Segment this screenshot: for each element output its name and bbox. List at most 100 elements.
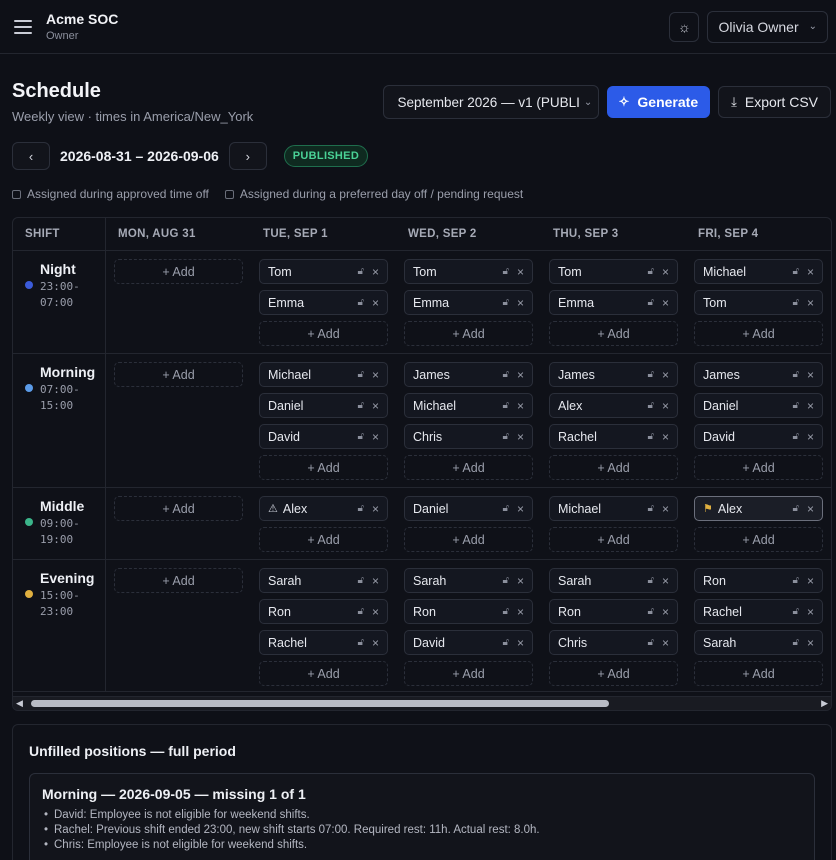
lock-icon[interactable]: 🔓︎ [793, 297, 799, 308]
remove-icon[interactable]: × [372, 296, 379, 310]
lock-icon[interactable]: 🔓︎ [793, 431, 799, 442]
assignment-chip[interactable]: Sarah 🔓︎ × [549, 568, 678, 593]
lock-icon[interactable]: 🔓︎ [358, 266, 364, 277]
lock-icon[interactable]: 🔓︎ [503, 503, 509, 514]
remove-icon[interactable]: × [372, 430, 379, 444]
horizontal-scrollbar[interactable]: ◀ ▶ [13, 696, 831, 710]
add-assignment-button[interactable]: + Add [549, 527, 678, 552]
add-assignment-button[interactable]: + Add [549, 661, 678, 686]
assignment-chip[interactable]: James 🔓︎ × [404, 362, 533, 387]
remove-icon[interactable]: × [662, 368, 669, 382]
assignment-chip[interactable]: Emma 🔓︎ × [549, 290, 678, 315]
remove-icon[interactable]: × [662, 574, 669, 588]
add-assignment-button[interactable]: + Add [114, 568, 243, 593]
user-menu-button[interactable]: Olivia Owner ⌄ [707, 10, 828, 43]
lock-icon[interactable]: 🔓︎ [648, 400, 654, 411]
remove-icon[interactable]: × [517, 502, 524, 516]
remove-icon[interactable]: × [517, 574, 524, 588]
add-assignment-button[interactable]: + Add [259, 527, 388, 552]
remove-icon[interactable]: × [372, 265, 379, 279]
export-csv-button[interactable]: ⤓ Export CSV [718, 86, 831, 118]
assignment-chip[interactable]: David 🔓︎ × [694, 424, 823, 449]
assignment-chip[interactable]: Daniel 🔓︎ × [694, 393, 823, 418]
remove-icon[interactable]: × [662, 430, 669, 444]
assignment-chip[interactable]: James 🔓︎ × [694, 362, 823, 387]
remove-icon[interactable]: × [662, 636, 669, 650]
remove-icon[interactable]: × [372, 636, 379, 650]
assignment-chip[interactable]: Michael 🔓︎ × [694, 259, 823, 284]
assignment-chip[interactable]: ⚑ Alex 🔓︎ × [694, 496, 823, 521]
add-assignment-button[interactable]: + Add [694, 661, 823, 686]
period-select[interactable]: September 2026 — v1 (PUBLI ⌄ [382, 85, 599, 119]
assignment-chip[interactable]: Sarah 🔓︎ × [694, 630, 823, 655]
remove-icon[interactable]: × [807, 399, 814, 413]
remove-icon[interactable]: × [807, 368, 814, 382]
lock-icon[interactable]: 🔓︎ [793, 606, 799, 617]
assignment-chip[interactable]: Alex 🔓︎ × [549, 393, 678, 418]
add-assignment-button[interactable]: + Add [404, 661, 533, 686]
lock-icon[interactable]: 🔓︎ [648, 503, 654, 514]
remove-icon[interactable]: × [807, 605, 814, 619]
assignment-chip[interactable]: David 🔓︎ × [259, 424, 388, 449]
scroll-right-icon[interactable]: ▶ [821, 698, 828, 709]
lock-icon[interactable]: 🔓︎ [503, 266, 509, 277]
lock-icon[interactable]: 🔓︎ [358, 637, 364, 648]
assignment-chip[interactable]: Daniel 🔓︎ × [404, 496, 533, 521]
lock-icon[interactable]: 🔓︎ [648, 575, 654, 586]
assignment-chip[interactable]: Michael 🔓︎ × [549, 496, 678, 521]
remove-icon[interactable]: × [807, 636, 814, 650]
lock-icon[interactable]: 🔓︎ [793, 266, 799, 277]
add-assignment-button[interactable]: + Add [404, 527, 533, 552]
scrollbar-thumb[interactable] [31, 700, 609, 707]
remove-icon[interactable]: × [372, 368, 379, 382]
remove-icon[interactable]: × [372, 502, 379, 516]
assignment-chip[interactable]: Emma 🔓︎ × [404, 290, 533, 315]
lock-icon[interactable]: 🔓︎ [648, 431, 654, 442]
remove-icon[interactable]: × [807, 296, 814, 310]
assignment-chip[interactable]: Ron 🔓︎ × [549, 599, 678, 624]
lock-icon[interactable]: 🔓︎ [793, 503, 799, 514]
lock-icon[interactable]: 🔓︎ [358, 575, 364, 586]
add-assignment-button[interactable]: + Add [694, 527, 823, 552]
lock-icon[interactable]: 🔓︎ [503, 297, 509, 308]
assignment-chip[interactable]: Tom 🔓︎ × [694, 290, 823, 315]
lock-icon[interactable]: 🔓︎ [648, 637, 654, 648]
assignment-chip[interactable]: Tom 🔓︎ × [404, 259, 533, 284]
assignment-chip[interactable]: James 🔓︎ × [549, 362, 678, 387]
remove-icon[interactable]: × [807, 502, 814, 516]
theme-toggle-button[interactable]: ☼ [669, 11, 700, 42]
next-week-button[interactable]: › [228, 142, 267, 170]
remove-icon[interactable]: × [517, 605, 524, 619]
assignment-chip[interactable]: Tom 🔓︎ × [549, 259, 678, 284]
remove-icon[interactable]: × [372, 605, 379, 619]
lock-icon[interactable]: 🔓︎ [358, 297, 364, 308]
add-assignment-button[interactable]: + Add [694, 455, 823, 480]
lock-icon[interactable]: 🔓︎ [358, 431, 364, 442]
lock-icon[interactable]: 🔓︎ [358, 369, 364, 380]
assignment-chip[interactable]: Rachel 🔓︎ × [549, 424, 678, 449]
generate-button[interactable]: ✧ Generate [606, 86, 711, 118]
assignment-chip[interactable]: Rachel 🔓︎ × [694, 599, 823, 624]
lock-icon[interactable]: 🔓︎ [358, 606, 364, 617]
assignment-chip[interactable]: Daniel 🔓︎ × [259, 393, 388, 418]
add-assignment-button[interactable]: + Add [549, 455, 678, 480]
assignment-chip[interactable]: Sarah 🔓︎ × [404, 568, 533, 593]
lock-icon[interactable]: 🔓︎ [503, 400, 509, 411]
add-assignment-button[interactable]: + Add [549, 321, 678, 346]
assignment-chip[interactable]: Chris 🔓︎ × [404, 424, 533, 449]
assignment-chip[interactable]: Sarah 🔓︎ × [259, 568, 388, 593]
remove-icon[interactable]: × [372, 399, 379, 413]
lock-icon[interactable]: 🔓︎ [503, 575, 509, 586]
assignment-chip[interactable]: Tom 🔓︎ × [259, 259, 388, 284]
assignment-chip[interactable]: David 🔓︎ × [404, 630, 533, 655]
remove-icon[interactable]: × [517, 399, 524, 413]
remove-icon[interactable]: × [517, 296, 524, 310]
lock-icon[interactable]: 🔓︎ [648, 297, 654, 308]
lock-icon[interactable]: 🔓︎ [358, 400, 364, 411]
lock-icon[interactable]: 🔓︎ [793, 369, 799, 380]
lock-icon[interactable]: 🔓︎ [503, 606, 509, 617]
add-assignment-button[interactable]: + Add [259, 455, 388, 480]
remove-icon[interactable]: × [662, 296, 669, 310]
remove-icon[interactable]: × [517, 368, 524, 382]
assignment-chip[interactable]: Rachel 🔓︎ × [259, 630, 388, 655]
